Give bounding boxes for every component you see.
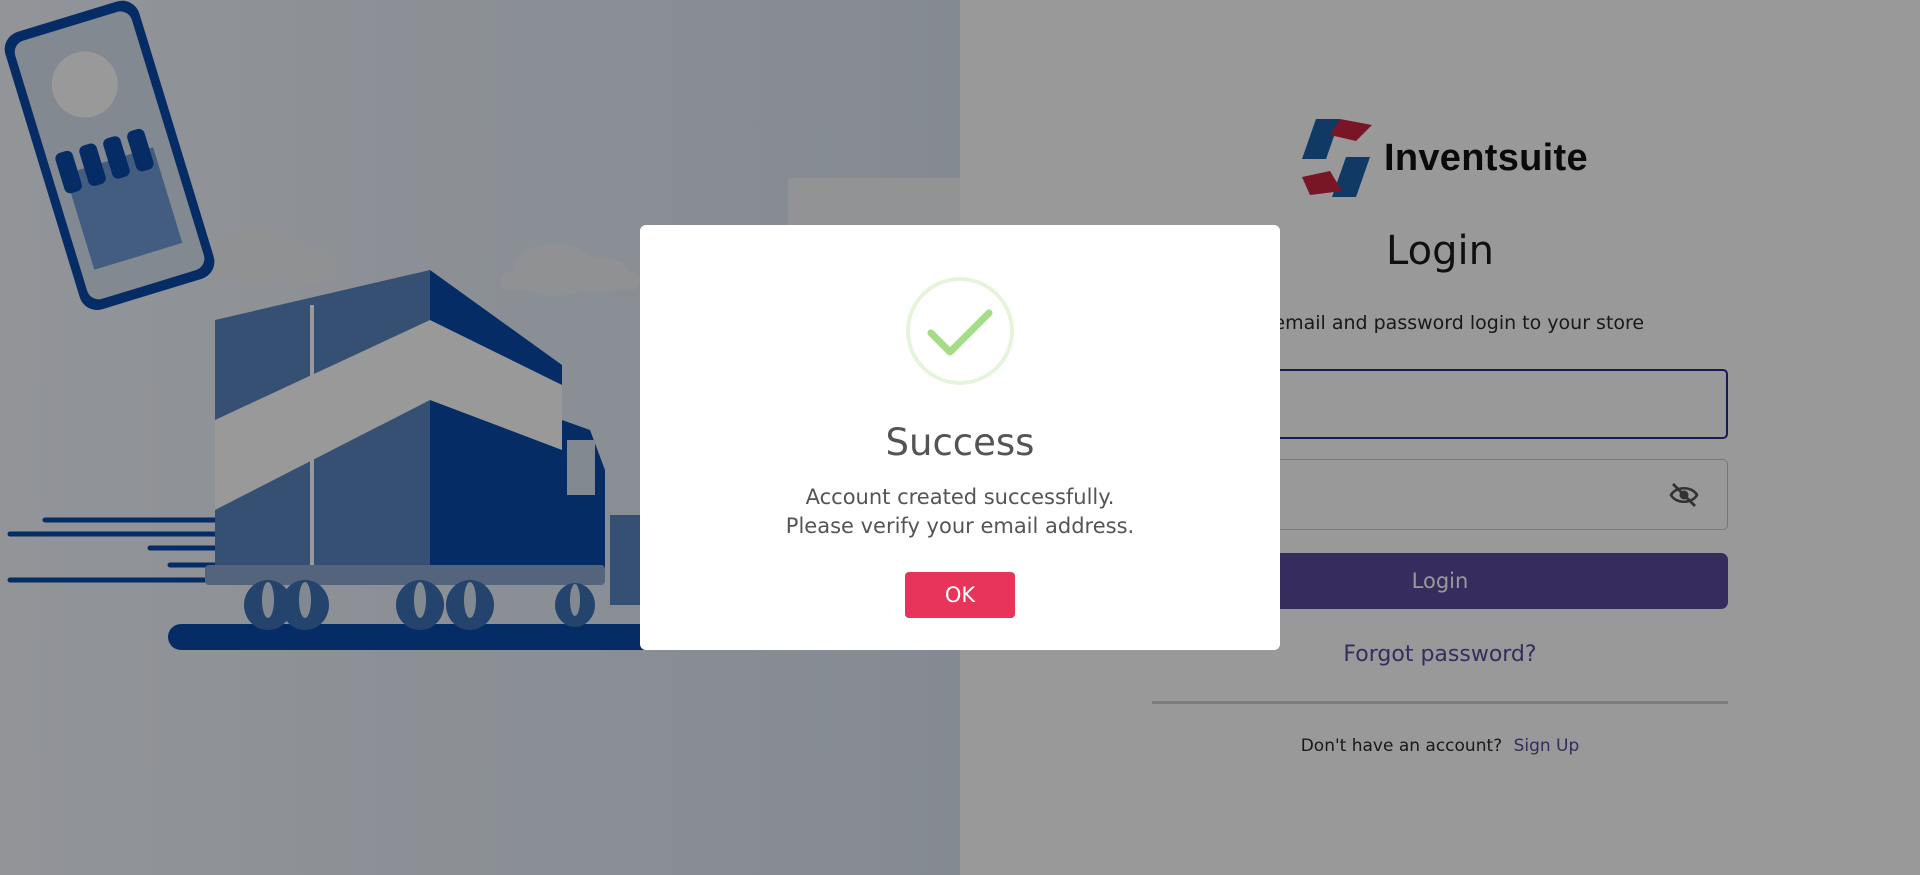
- ok-button[interactable]: OK: [905, 572, 1015, 618]
- page: Inventsuite Login our email and password…: [0, 0, 1920, 875]
- dialog-title: Success: [885, 421, 1035, 464]
- dialog-message-line-1: Account created successfully.: [805, 485, 1115, 509]
- success-dialog: Success Account created successfully. Pl…: [640, 225, 1280, 650]
- dialog-message-line-2: Please verify your email address.: [785, 514, 1135, 538]
- checkmark-icon: [906, 277, 1014, 385]
